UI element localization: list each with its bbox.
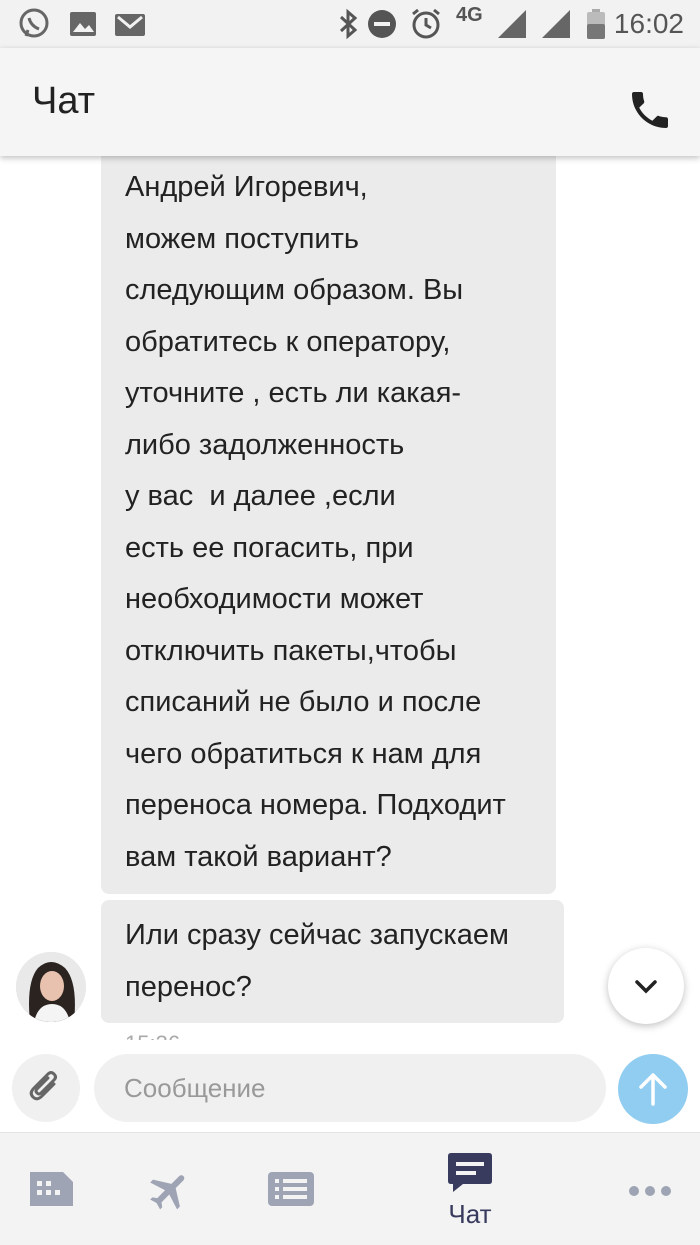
message-timestamp: 15:36 [125,1032,180,1040]
chevron-down-icon [635,980,657,994]
attach-button[interactable] [12,1054,80,1122]
nav-item-dashboard[interactable] [0,1133,100,1245]
message-text-line: отключить пакеты,чтобы [125,634,457,667]
message-text-line: есть ее погасить, при [125,531,414,564]
message-bubble: Или сразу сейчас запускаем перенос? [101,900,564,1023]
message-text-line: следующим образом. Вы [125,274,464,306]
clock: 16:02 [613,8,684,39]
bluetooth-icon [330,6,366,42]
battery-icon [578,6,614,42]
airplane-icon [150,1175,185,1210]
message-text-line: списаний не было и после [125,686,482,718]
paperclip-icon [29,1071,57,1101]
signal-icon [538,6,574,42]
bottom-navigation: Чат [0,1132,700,1245]
dashboard-icon [30,1172,73,1206]
message-text-line: Или сразу сейчас запускаем [125,919,509,951]
message-list[interactable]: Андрей Игоревич, можем поступить следующ… [0,156,700,1040]
message-text-line: уточните , есть ли какая- [125,377,462,409]
viber-icon [16,6,52,42]
gmail-icon [112,6,148,42]
message-text-line: перенос? [125,970,252,1003]
nav-item-label: Чат [448,1199,492,1229]
message-bubble: Андрей Игоревич, можем поступить следующ… [101,156,556,894]
message-text-line: чего обратиться к нам для [125,737,482,770]
do-not-disturb-icon [364,6,400,42]
chat-icon [448,1153,492,1192]
message-text-line: переноса номера. Подходит [125,789,506,821]
nav-item-flights[interactable] [120,1133,220,1245]
message-text-line: можем поступить [125,222,359,255]
message-input[interactable] [94,1054,606,1122]
phone-icon [632,92,668,128]
nav-item-more[interactable] [610,1133,690,1245]
message-text-line: у вас и далее ,если [125,480,396,512]
nav-item-chat[interactable]: Чат [420,1133,520,1245]
avatar[interactable] [16,952,86,1022]
signal-icon [494,6,530,42]
app-bar: Чат [0,48,700,156]
list-icon [268,1172,314,1206]
call-button[interactable] [626,86,674,134]
send-button[interactable] [618,1054,688,1124]
more-icon [629,1186,671,1196]
message-text-line: обратитесь к оператору, [125,325,451,358]
status-bar: 4G 16:02 [0,0,700,48]
arrow-up-icon [639,1073,667,1106]
composer [0,1040,700,1132]
alarm-icon [408,6,444,42]
message-text-line: вам такой вариант? [125,840,392,873]
scroll-to-bottom-button[interactable] [608,948,684,1024]
image-icon [66,6,102,42]
network-type: 4G [456,4,483,26]
message-text-line: Андрей Игоревич, [125,171,368,203]
message-text-line: необходимости может [125,583,424,615]
page-title: Чат [32,80,96,122]
message-text-line: либо задолженность [125,428,405,461]
nav-item-list[interactable] [240,1133,340,1245]
